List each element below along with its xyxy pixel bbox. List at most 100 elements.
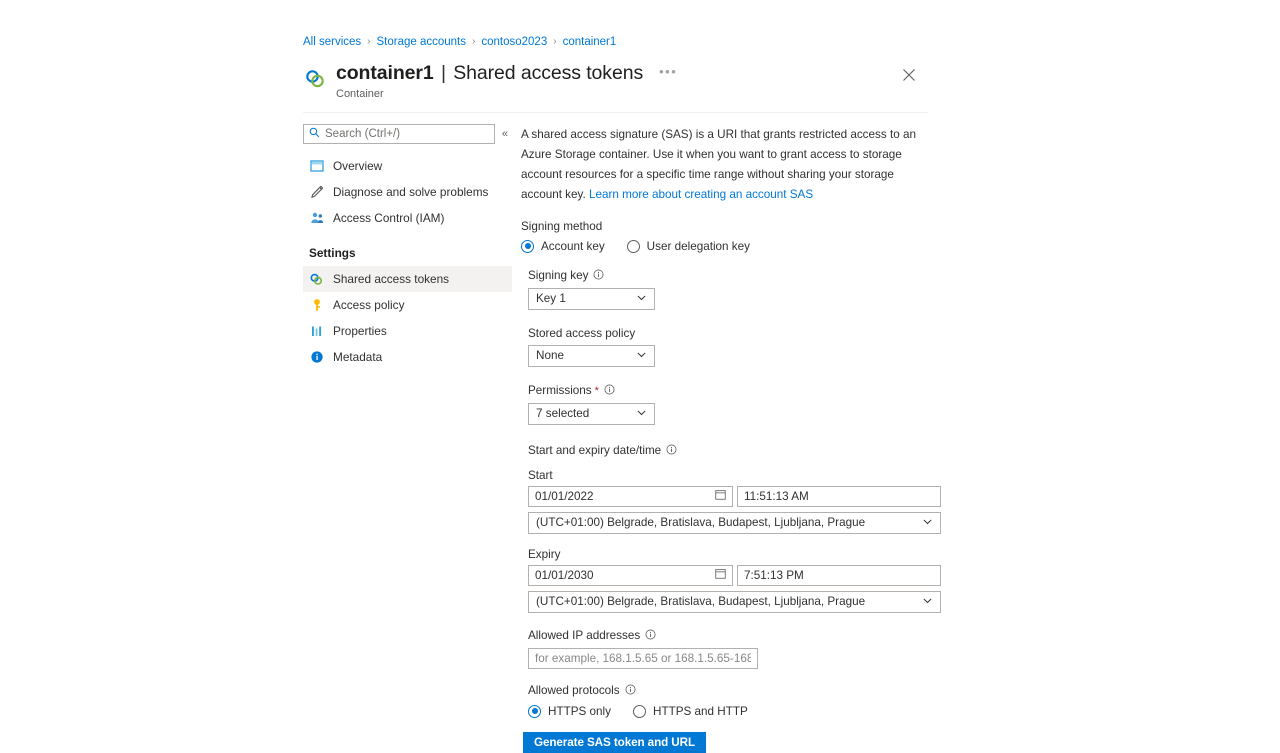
signing-method-label: Signing method [521,219,603,233]
page-title-resource: container1 [336,62,434,84]
sidebar-item-metadata[interactable]: Metadata [303,344,512,370]
calendar-icon[interactable] [715,566,726,584]
calendar-icon[interactable] [715,487,726,505]
radio-label: Account key [541,239,605,253]
container-rings-icon [309,272,324,287]
more-actions-button[interactable]: ••• [659,65,677,78]
search-box[interactable] [303,124,495,144]
close-icon[interactable] [899,65,919,85]
stored-access-policy-dropdown[interactable]: None [528,344,655,367]
expiry-time-value: 7:51:13 PM [744,568,804,582]
chevron-double-left-icon[interactable]: « [502,128,508,140]
required-marker: * [594,384,599,397]
breadcrumb: All services › Storage accounts › contos… [303,34,928,50]
signing-key-value: Key 1 [536,292,566,305]
breadcrumb-item-contoso2023[interactable]: contoso2023 [481,36,547,48]
sas-description: A shared access signature (SAS) is a URI… [521,125,919,206]
sidebar-item-label: Access Control (IAM) [333,211,445,225]
allowed-protocols-label: Allowed protocols [528,684,941,698]
allowed-protocols-radio-group: HTTPS only HTTPS and HTTP [528,704,941,718]
sidebar-search-row: « [303,124,512,144]
start-date-time-row: 01/01/2022 11:51:13 AM [528,485,941,507]
info-icon[interactable] [645,629,656,643]
expiry-label: Expiry [528,547,561,561]
start-time-input[interactable]: 11:51:13 AM [737,485,941,507]
chevron-down-icon [922,514,933,532]
start-date-value: 01/01/2022 [535,489,594,503]
start-timezone-value: (UTC+01:00) Belgrade, Bratislava, Budape… [536,516,866,529]
radio-button[interactable] [626,239,640,253]
radio-option-user-delegation-key[interactable]: User delegation key [626,239,750,253]
expiry-date-time-row: 01/01/2030 7:51:13 PM [528,564,941,586]
sidebar-item-label: Properties [333,324,387,338]
key-icon [309,298,324,313]
breadcrumb-item-storage-accounts[interactable]: Storage accounts [377,36,467,48]
info-icon[interactable] [593,269,604,283]
signing-key-label: Signing key [528,269,941,283]
chevron-down-icon [636,290,647,308]
radio-option-https-and-http[interactable]: HTTPS and HTTP [633,704,748,718]
page-title: container1 | Shared access tokens [336,62,644,84]
header-divider [303,112,928,113]
signing-key-dropdown[interactable]: Key 1 [528,287,655,310]
chevron-down-icon [636,405,647,423]
expiry-time-input[interactable]: 7:51:13 PM [737,564,941,586]
overview-icon [309,159,324,174]
radio-label: HTTPS and HTTP [653,704,748,718]
blade-header: container1 | Shared access tokens ••• Co… [303,62,928,100]
stored-access-policy-label: Stored access policy [528,326,636,340]
expiry-timezone-dropdown[interactable]: (UTC+01:00) Belgrade, Bratislava, Budape… [528,590,941,613]
radio-button[interactable] [521,239,534,253]
resource-type-label: Container [336,88,384,100]
access-control-icon [309,211,324,226]
start-timezone-dropdown[interactable]: (UTC+01:00) Belgrade, Bratislava, Budape… [528,511,941,534]
radio-option-account-key[interactable]: Account key [521,239,605,253]
signing-method-radio-group: Account key User delegation key [521,239,941,253]
chevron-down-icon [922,593,933,611]
wrench-icon [309,185,324,200]
radio-button[interactable] [528,704,541,718]
sidebar-item-label: Overview [333,159,383,173]
expiry-date-value: 01/01/2030 [535,568,594,582]
sidebar-item-label: Diagnose and solve problems [333,185,489,199]
permissions-dropdown[interactable]: 7 selected [528,402,655,425]
sidebar-item-shared-access-tokens[interactable]: Shared access tokens [303,266,512,292]
info-icon[interactable] [604,384,615,398]
start-date-input[interactable]: 01/01/2022 [528,485,733,507]
sidebar-item-access-policy[interactable]: Access policy [303,292,512,318]
sidebar-item-access-control-iam[interactable]: Access Control (IAM) [303,205,512,231]
page-title-section: Shared access tokens [453,62,644,84]
start-time-value: 11:51:13 AM [744,489,809,503]
radio-button[interactable] [633,704,646,718]
blade-shared-access-tokens: All services › Storage accounts › contos… [303,34,941,753]
expiry-date-input[interactable]: 01/01/2030 [528,564,733,586]
breadcrumb-item-all-services[interactable]: All services [303,36,361,48]
search-input[interactable] [325,128,489,140]
breadcrumb-item-container1[interactable]: container1 [563,36,617,48]
properties-bars-icon [309,324,324,339]
expiry-timezone-value: (UTC+01:00) Belgrade, Bratislava, Budape… [536,595,866,608]
sidebar-nav-list: Overview Diagnose and solve problems Acc… [303,153,512,370]
container-rings-icon [303,67,327,91]
chevron-down-icon [636,347,647,365]
sidebar-item-properties[interactable]: Properties [303,318,512,344]
allowed-ip-input[interactable]: for example, 168.1.5.65 or 168.1.5.65-16… [528,647,758,669]
allowed-ip-label: Allowed IP addresses [528,629,941,643]
radio-label: User delegation key [646,239,750,253]
sidebar-item-label: Metadata [333,350,383,364]
sidebar-item-diagnose-and-solve-problems[interactable]: Diagnose and solve problems [303,179,512,205]
sidebar-group-header-settings: Settings [309,246,356,260]
sidebar-item-overview[interactable]: Overview [303,153,512,179]
radio-label: HTTPS only [548,704,611,718]
info-icon[interactable] [625,684,636,698]
learn-more-link[interactable]: Learn more about creating an account SAS [589,188,813,201]
breadcrumb-separator-icon: › [553,36,557,47]
radio-option-https-only[interactable]: HTTPS only [528,704,611,718]
allowed-ip-placeholder: for example, 168.1.5.65 or 168.1.5.65-16… [535,651,751,665]
info-icon[interactable] [666,444,677,458]
permissions-label: Permissions * [528,384,941,398]
sidebar-item-label: Shared access tokens [333,272,450,286]
start-label: Start [528,468,553,482]
generate-sas-token-button[interactable]: Generate SAS token and URL [523,731,706,753]
breadcrumb-separator-icon: › [472,36,476,47]
